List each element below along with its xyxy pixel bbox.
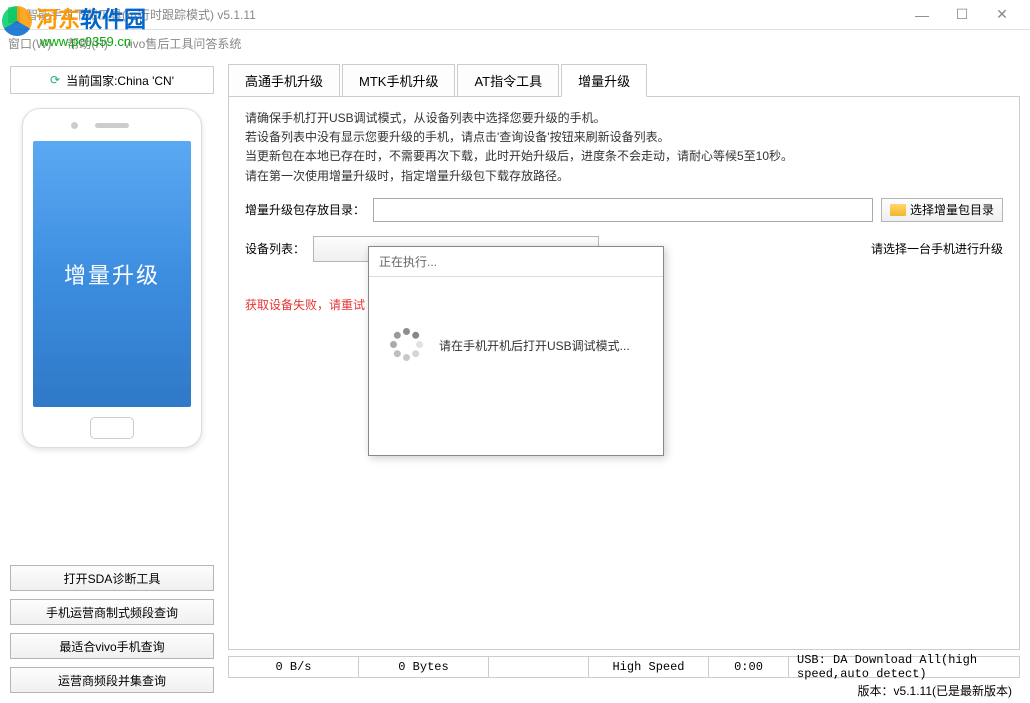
sidebar: ⟳ 当前国家:China 'CN' 增量升级 打开SDA诊断工具 手机运营商制式… [0,56,224,703]
best-vivo-query-button[interactable]: 最适合vivo手机查询 [10,633,214,659]
tab-at-command[interactable]: AT指令工具 [457,64,559,96]
device-list-label: 设备列表： [245,240,305,257]
maximize-button[interactable]: ☐ [942,0,982,30]
minimize-button[interactable]: — [902,0,942,30]
app-icon [8,7,20,23]
dialog-message: 请在手机开机后打开USB调试模式... [439,337,630,354]
country-label: 当前国家:China 'CN' [66,72,174,89]
carrier-band-union-button[interactable]: 运营商频段并集查询 [10,667,214,693]
status-mode: High Speed [589,657,709,677]
tab-incremental[interactable]: 增量升级 [561,64,647,97]
version-label: 版本：v5.1.11(已是最新版本) [228,678,1020,699]
status-time: 0:00 [709,657,789,677]
menubar: 窗口(W) 帮助(H) vivo售后工具问答系统 [0,30,1030,56]
close-button[interactable]: ✕ [982,0,1022,30]
dialog-title: 正在执行... [369,247,663,277]
menu-vivo-qa[interactable]: vivo售后工具问答系统 [124,35,241,52]
country-selector[interactable]: ⟳ 当前国家:China 'CN' [10,66,214,94]
phone-screen-text: 增量升级 [33,141,191,407]
spinner-icon [389,327,425,363]
folder-icon [890,204,906,216]
open-sda-diagnostic-button[interactable]: 打开SDA诊断工具 [10,565,214,591]
titlebar: 智能手机下载工具(运行时跟踪模式) v5.1.11 — ☐ ✕ [0,0,1030,30]
menu-window[interactable]: 窗口(W) [8,35,51,52]
progress-dialog: 正在执行... 请在手机开机后打开USB调试模式... [368,246,664,456]
tab-bar: 高通手机升级 MTK手机升级 AT指令工具 增量升级 [228,64,1020,97]
status-size: 0 Bytes [359,657,489,677]
status-usb: USB: DA Download All(high speed,auto det… [789,657,1019,677]
device-hint: 请选择一台手机进行升级 [871,240,1003,257]
tab-mtk[interactable]: MTK手机升级 [342,64,455,96]
phone-preview: 增量升级 [10,104,214,553]
tab-qualcomm[interactable]: 高通手机升级 [228,64,340,96]
browse-package-button[interactable]: 选择增量包目录 [881,198,1003,222]
path-label: 增量升级包存放目录： [245,201,365,218]
status-bar: 0 B/s 0 Bytes High Speed 0:00 USB: DA Do… [228,656,1020,678]
status-progress [489,657,589,677]
globe-icon: ⟳ [50,73,60,87]
carrier-band-query-button[interactable]: 手机运营商制式频段查询 [10,599,214,625]
instructions: 请确保手机打开USB调试模式，从设备列表中选择您要升级的手机。 若设备列表中没有… [245,109,1003,186]
menu-help[interactable]: 帮助(H) [67,35,108,52]
package-path-input[interactable] [373,198,873,222]
window-title: 智能手机下载工具(运行时跟踪模式) v5.1.11 [26,6,902,23]
status-speed: 0 B/s [229,657,359,677]
